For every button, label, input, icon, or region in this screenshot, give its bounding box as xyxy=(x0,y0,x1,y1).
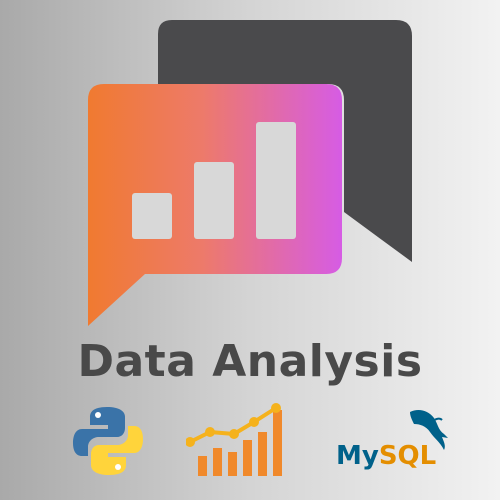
mysql-text-sql: SQL xyxy=(379,441,436,471)
growth-chart-icon xyxy=(186,403,282,476)
bar-large xyxy=(256,122,296,239)
python-logo-icon xyxy=(73,407,143,475)
mysql-logo-icon: MySQL xyxy=(336,410,448,471)
svg-text:MySQL: MySQL xyxy=(336,441,436,471)
page-title: Data Analysis xyxy=(77,336,423,387)
hero-chat-chart-icon xyxy=(88,20,412,326)
mysql-text-my: My xyxy=(336,441,379,471)
bar-medium xyxy=(194,162,234,239)
bar-small xyxy=(132,193,172,239)
